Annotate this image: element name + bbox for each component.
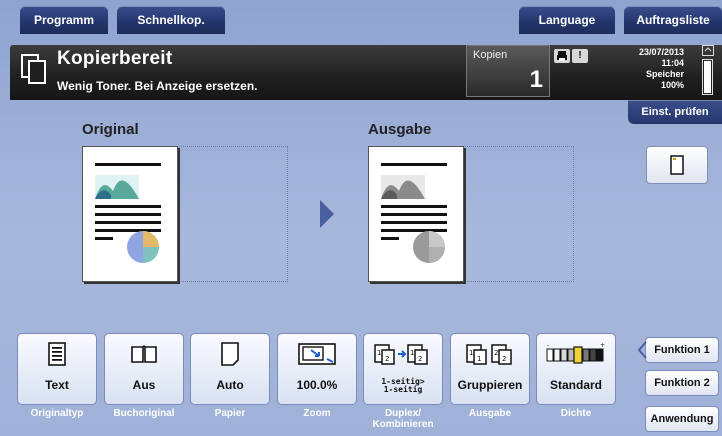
svg-text:2: 2 <box>494 349 498 357</box>
original-label: Original <box>82 121 139 138</box>
dichte-caption: Dichte <box>560 408 592 419</box>
papier-caption: Papier <box>214 408 246 419</box>
svg-text:2: 2 <box>502 355 506 363</box>
anwendung-label: Anwendung <box>650 413 714 425</box>
svg-text:1: 1 <box>469 349 473 357</box>
zoom-icon <box>278 340 356 368</box>
text-document-icon <box>18 340 96 368</box>
duplex-caption-line1: Duplex/ <box>384 408 422 419</box>
status-message: Wenig Toner. Bei Anzeige ersetzen. <box>57 79 258 93</box>
memory-value: 100% <box>660 80 684 90</box>
group-output-icon: 11 22 <box>451 340 529 368</box>
duplex-caption-line2: Kombinieren <box>372 419 434 430</box>
open-book-icon <box>105 340 183 368</box>
copies-label: Kopien <box>473 49 508 61</box>
zoom-caption: Zoom <box>303 408 331 419</box>
status-bar: Kopierbereit Wenig Toner. Bei Anzeige er… <box>10 45 722 100</box>
zoom-value: 100.0% <box>296 378 338 392</box>
copy-icon <box>21 54 46 84</box>
duplex-value-line2: 1-seitig <box>383 385 423 394</box>
page-icon <box>670 155 684 175</box>
output-page-preview <box>368 146 464 282</box>
copies-value: 1 <box>529 66 543 93</box>
funktion-2-label: Funktion 2 <box>654 377 710 389</box>
anwendung-button[interactable]: Anwendung <box>645 406 719 432</box>
network-icon <box>702 45 714 56</box>
papier-button[interactable]: Auto <box>190 333 270 405</box>
direction-arrow-icon <box>320 200 334 228</box>
ausgabe-button[interactable]: 11 22 Gruppieren <box>450 333 530 405</box>
duplex-icon: 12 12 <box>364 340 442 368</box>
tab-programm[interactable]: Programm <box>20 6 108 34</box>
originaltyp-value: Text <box>45 378 69 392</box>
duplex-value: 1-seitig> 1-seitig <box>364 378 442 394</box>
copies-counter[interactable]: Kopien 1 <box>466 45 550 97</box>
funktion-1-button[interactable]: Funktion 1 <box>637 337 719 363</box>
svg-text:1: 1 <box>477 355 481 363</box>
original-settings-button[interactable] <box>646 146 708 184</box>
paper-icon <box>191 340 269 368</box>
tab-language[interactable]: Language <box>519 6 615 34</box>
zoom-button[interactable]: 100.0% <box>277 333 357 405</box>
svg-text:1: 1 <box>377 349 381 357</box>
tab-schnellkop[interactable]: Schnellkop. <box>117 6 225 34</box>
svg-text:-: - <box>547 342 549 349</box>
ausgabe-value: Gruppieren <box>457 378 523 392</box>
date-display: 23/07/2013 <box>638 47 684 57</box>
time-display: 11:04 <box>661 58 684 68</box>
svg-text:2: 2 <box>385 355 389 363</box>
tab-auftragsliste[interactable]: Auftragsliste <box>624 6 722 34</box>
originaltyp-caption: Originaltyp <box>30 408 84 419</box>
funktion-1-label: Funktion 1 <box>654 344 710 356</box>
status-title: Kopierbereit <box>57 48 173 69</box>
buchoriginal-button[interactable]: Aus <box>104 333 184 405</box>
buchoriginal-value: Aus <box>132 378 156 392</box>
duplex-caption: Duplex/ Kombinieren <box>363 408 443 430</box>
density-icon: - + <box>537 340 615 368</box>
buchoriginal-caption: Buchoriginal <box>113 408 175 419</box>
memory-label: Speicher <box>645 69 684 79</box>
einst-pruefen-button[interactable]: Einst. prüfen <box>628 100 722 124</box>
memory-gauge <box>702 59 713 95</box>
original-page-preview <box>82 146 178 282</box>
warning-icon[interactable]: ! <box>572 49 588 63</box>
dichte-value: Standard <box>549 378 602 392</box>
chevron-left-icon <box>637 341 647 359</box>
svg-text:2: 2 <box>418 355 422 363</box>
memory-gauge-fill <box>704 61 711 93</box>
dichte-button[interactable]: - + Standard <box>536 333 616 405</box>
ausgabe-caption: Ausgabe <box>468 408 512 419</box>
printer-status-icon[interactable] <box>554 49 570 63</box>
svg-text:1: 1 <box>410 349 414 357</box>
svg-text:+: + <box>600 342 605 349</box>
duplex-button[interactable]: 12 12 1-seitig> 1-seitig <box>363 333 443 405</box>
papier-value: Auto <box>216 378 244 392</box>
originaltyp-button[interactable]: Text <box>17 333 97 405</box>
output-label: Ausgabe <box>368 121 432 138</box>
copy-screen: Programm Schnellkop. Language Auftragsli… <box>0 0 722 436</box>
funktion-2-button[interactable]: Funktion 2 <box>645 370 719 396</box>
